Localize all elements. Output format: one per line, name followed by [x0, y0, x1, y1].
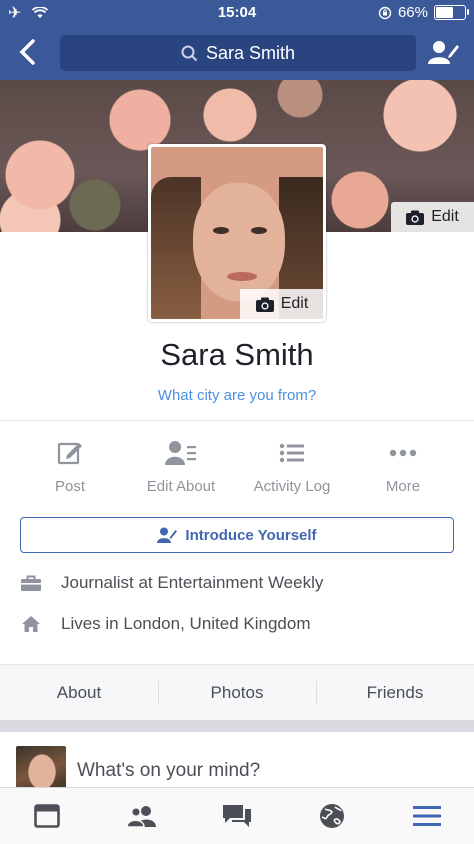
home-info: Lives in London, United Kingdom: [20, 612, 311, 636]
edit-icon: [57, 442, 82, 465]
friends-icon: [127, 806, 157, 827]
section-separator: [0, 720, 474, 732]
bottom-nav: [0, 787, 474, 844]
tab-label: Friends: [366, 683, 424, 702]
work-text: Journalist at Entertainment Weekly: [61, 573, 324, 592]
search-text: Sara Smith: [205, 42, 296, 63]
introduce-label: Introduce Yourself: [185, 526, 317, 544]
photo-detail: [227, 272, 257, 281]
battery-fill: [436, 7, 453, 18]
messages-icon: [222, 805, 251, 827]
divider: [0, 420, 474, 421]
action-label: Edit About: [146, 478, 216, 495]
introduce-yourself-button[interactable]: Introduce Yourself: [20, 517, 454, 553]
battery-icon: [434, 5, 469, 20]
city-prompt-link[interactable]: What city are you from?: [0, 387, 474, 404]
edit-profile-button[interactable]: [428, 40, 460, 71]
person-edit-icon: [428, 41, 459, 64]
home-text: Lives in London, United Kingdom: [61, 614, 311, 633]
activity-log-button[interactable]: Activity Log: [237, 438, 347, 495]
home-icon: [22, 616, 40, 632]
person-edit-icon: [157, 527, 178, 543]
tab-about[interactable]: About: [0, 665, 158, 721]
search-bar[interactable]: Sara Smith: [60, 35, 416, 71]
nav-news-feed[interactable]: [0, 788, 95, 844]
nav-menu[interactable]: [379, 788, 474, 844]
back-button[interactable]: [18, 38, 36, 72]
camera-icon: [255, 297, 274, 312]
action-label: Post: [54, 478, 85, 495]
search-icon: [181, 45, 198, 61]
action-label: Activity Log: [253, 478, 331, 495]
more-button[interactable]: More: [348, 438, 458, 495]
photo-edit-label: Edit: [280, 295, 309, 312]
edit-about-button[interactable]: Edit About: [126, 438, 236, 495]
nav-globe[interactable]: [284, 788, 379, 844]
cover-edit-button[interactable]: Edit: [391, 202, 474, 232]
nav-friends[interactable]: [95, 788, 190, 844]
tab-friends[interactable]: Friends: [316, 665, 474, 721]
photo-edit-button[interactable]: Edit: [240, 289, 324, 319]
post-button[interactable]: Post: [15, 438, 125, 495]
tab-label: Photos: [210, 683, 264, 702]
work-info: Journalist at Entertainment Weekly: [20, 571, 323, 595]
tab-label: About: [56, 683, 102, 702]
globe-icon: [319, 804, 344, 828]
more-dots-icon: [389, 449, 417, 457]
battery-percent: 66%: [397, 4, 428, 21]
profile-card-icon: [165, 441, 196, 465]
list-icon: [279, 443, 304, 463]
news-feed-icon: [34, 804, 61, 828]
status-bar: ✈ 15:04 66%: [0, 0, 474, 26]
status-right: 66%: [378, 4, 469, 21]
profile-tabs: About Photos Friends: [0, 664, 474, 721]
status-composer-input[interactable]: What's on your mind?: [77, 760, 260, 782]
photo-detail: [193, 183, 285, 301]
top-header: ✈ 15:04 66% Sara Smith: [0, 0, 474, 80]
action-label: More: [385, 478, 421, 495]
tab-photos[interactable]: Photos: [158, 665, 316, 721]
orientation-lock-icon: [378, 6, 392, 19]
nav-messages[interactable]: [190, 788, 285, 844]
photo-detail: [213, 227, 229, 234]
cover-edit-label: Edit: [431, 208, 459, 225]
profile-name: Sara Smith: [160, 337, 314, 372]
briefcase-icon: [21, 575, 41, 591]
camera-icon: [406, 210, 425, 225]
chevron-left-icon: [19, 39, 35, 65]
menu-icon: [412, 806, 441, 826]
photo-detail: [251, 227, 267, 234]
